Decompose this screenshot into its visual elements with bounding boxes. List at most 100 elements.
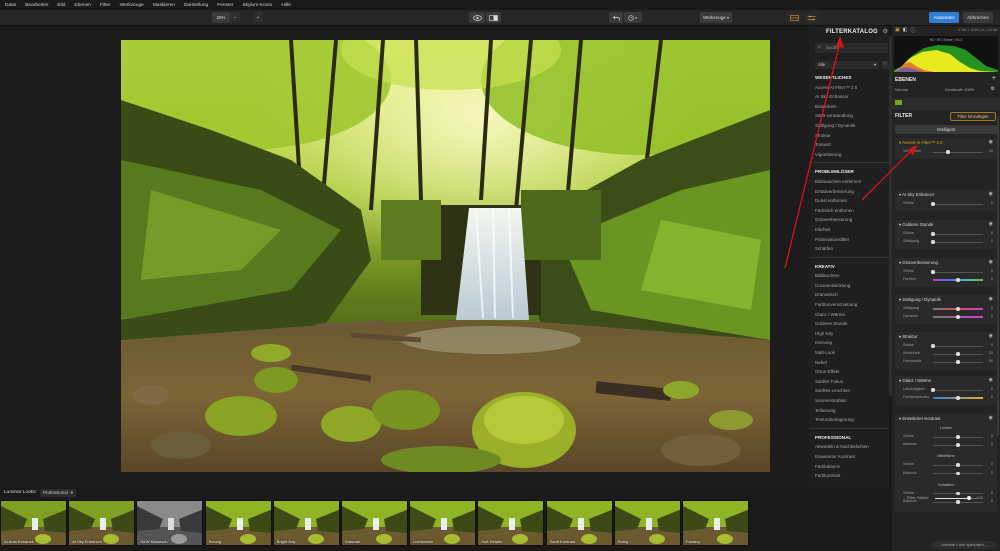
look-thumbnail[interactable]: Soft Details [477, 500, 545, 546]
slider-handle[interactable] [956, 278, 960, 282]
catalog-filter-item[interactable]: Sättigung / Dynamik [815, 121, 887, 131]
eye-icon[interactable]: ◉ [989, 415, 993, 421]
filter-card-title[interactable]: ▾ Sättigung / Dynamik [899, 297, 941, 303]
add-layer-button[interactable]: + [992, 75, 996, 82]
look-thumbnail[interactable]: Ruhig [613, 500, 681, 546]
look-thumbnail[interactable]: Fantasy [682, 500, 749, 546]
look-thumbnail[interactable]: Saturate [341, 500, 408, 546]
catalog-filter-item[interactable]: Polarisationsfilter [815, 235, 887, 245]
info-icon[interactable]: ⓘ [910, 27, 915, 34]
eye-icon[interactable]: ◉ [989, 333, 993, 339]
catalog-filter-item[interactable]: Struktur [815, 131, 887, 141]
menu-item[interactable]: Bild [57, 3, 65, 8]
layers-title[interactable]: EBENEN [895, 77, 916, 83]
panel-toggle-button[interactable] [804, 12, 819, 23]
zoom-level-button[interactable]: 29% [212, 12, 230, 23]
catalog-filter-item[interactable]: Teiltonung [815, 406, 887, 416]
menu-item[interactable]: Bearbeiten [25, 3, 48, 8]
catalog-filter-item[interactable]: Vignettierung [815, 150, 887, 160]
menu-item[interactable]: Datei [5, 3, 16, 8]
menu-item[interactable]: Darstellung [184, 3, 208, 8]
look-thumbnail[interactable]: Lichtschein [409, 500, 477, 546]
catalog-filter-item[interactable]: Matt-Look [815, 348, 887, 358]
catalog-filter-item[interactable]: Glanz / Wärme [815, 310, 887, 320]
workspace-dropdown[interactable]: Werkzeuge ▾ [700, 12, 732, 23]
filter-search-input[interactable]: ⌕ Suche [815, 43, 888, 53]
slider-handle[interactable] [931, 232, 935, 236]
gear-icon[interactable]: ⚙ [883, 28, 888, 35]
layer-item[interactable] [892, 98, 1000, 110]
filter-card-title[interactable]: ▾ Glanz / Wärme [899, 378, 931, 384]
catalog-filter-item[interactable]: Farbbalance [815, 462, 887, 472]
catalog-filter-item[interactable]: Detailverbesserung [815, 187, 887, 197]
compare-split-button[interactable] [486, 12, 501, 23]
filter-section-title[interactable]: FILTER [895, 113, 912, 119]
filter-category-select[interactable]: Alle ▾ [815, 61, 879, 69]
catalog-filter-item[interactable]: Dramatisch [815, 290, 887, 300]
catalog-info-button[interactable]: ⓘ [881, 61, 889, 69]
slider-handle[interactable] [956, 435, 960, 439]
catalog-filter-item[interactable]: Tonwert [815, 140, 887, 150]
catalog-filter-item[interactable]: S&W-Umwandlung [815, 111, 887, 121]
panel-scrollbar[interactable] [997, 116, 999, 436]
menu-item[interactable]: Fenster [217, 3, 233, 8]
slider-handle[interactable] [956, 471, 960, 476]
slider-track[interactable] [933, 241, 983, 243]
look-thumbnail[interactable]: AI Sky Enhancer [68, 500, 136, 546]
history-button[interactable] [624, 12, 642, 23]
catalog-filter-item[interactable]: Bildrauschen entfernen [815, 177, 887, 187]
filter-strength-slider[interactable] [966, 496, 971, 500]
slider-handle[interactable] [931, 270, 935, 274]
undo-button[interactable] [609, 12, 623, 23]
catalog-filter-item[interactable]: Erweiterter Kontrast [815, 452, 887, 462]
slider-handle[interactable] [956, 396, 960, 400]
zoom-out-button[interactable]: − [230, 12, 240, 23]
catalog-filter-item[interactable]: Entwickeln [815, 102, 887, 112]
slider-handle[interactable] [956, 360, 960, 364]
slider-handle[interactable] [956, 352, 960, 356]
slider-track[interactable] [933, 203, 983, 205]
menu-item[interactable]: Hilfe [281, 3, 291, 8]
slider-track[interactable] [933, 271, 983, 273]
eye-icon[interactable]: ◉ [989, 296, 993, 302]
catalog-filter-item[interactable]: Crossentwicklung [815, 281, 887, 291]
preview-eye-button[interactable] [469, 12, 485, 23]
catalog-filter-item[interactable]: Farbstich entfernen [815, 206, 887, 216]
filter-card-title[interactable]: ▾ Grünverbesserung [899, 260, 938, 266]
gear-icon[interactable]: ⚙ [991, 86, 995, 92]
catalog-filter-item[interactable]: High Key [815, 329, 887, 339]
slider-handle[interactable] [956, 443, 960, 447]
menu-item[interactable]: Ebenen [74, 3, 91, 8]
slider-handle[interactable] [931, 344, 935, 348]
slider-track[interactable] [933, 345, 983, 347]
catalog-filter-item[interactable]: Grünverbesserung [815, 215, 887, 225]
photo-canvas[interactable] [121, 40, 770, 472]
eye-icon[interactable]: ◉ [989, 139, 993, 145]
slider-handle[interactable] [931, 388, 935, 392]
eye-icon[interactable]: ◉ [989, 259, 993, 265]
layers-icon[interactable]: ◧ [903, 27, 908, 34]
look-thumbnail[interactable]: Bright Day [272, 500, 340, 546]
filter-card-title[interactable]: ▾ Erweiterter Kontrast [899, 416, 940, 422]
looks-category-dropdown[interactable]: Professional ▾ [40, 489, 76, 497]
catalog-filter-item[interactable]: Goldene Stunde [815, 319, 887, 329]
catalog-filter-item[interactable]: Sonnenstrahlen [815, 396, 887, 406]
slider-track[interactable] [933, 233, 983, 235]
catalog-filter-item[interactable]: Orton-Effekt [815, 367, 887, 377]
menu-item[interactable]: Werkzeuge [120, 3, 144, 8]
filter-card-title[interactable]: ▾ Accent AI Filter™ 2.0 [899, 140, 942, 146]
slider-handle[interactable] [931, 202, 935, 206]
slider-handle[interactable] [931, 240, 935, 244]
catalog-filter-item[interactable]: Texturüberlagerung [815, 415, 887, 425]
catalog-filter-item[interactable]: AI Sky Enhancer [815, 92, 887, 102]
add-filter-button[interactable]: Filter hinzufügen [950, 112, 996, 121]
filter-card-title[interactable]: ▾ Goldene Stunde [899, 222, 933, 228]
look-thumbnail[interactable]: S&W Klassisch [136, 500, 204, 546]
catalog-filter-item[interactable]: Klarheit [815, 225, 887, 235]
menu-item[interactable]: Skylum-Konto [242, 3, 272, 8]
filmstrip-toggle-button[interactable] [786, 12, 802, 23]
zoom-in-button[interactable]: + [253, 12, 263, 23]
filter-card-title[interactable]: ▾ Struktur [899, 334, 917, 340]
filter-card-title[interactable]: ▾ AI Sky Enhancer [899, 192, 934, 198]
eye-icon[interactable]: ◉ [989, 191, 993, 197]
